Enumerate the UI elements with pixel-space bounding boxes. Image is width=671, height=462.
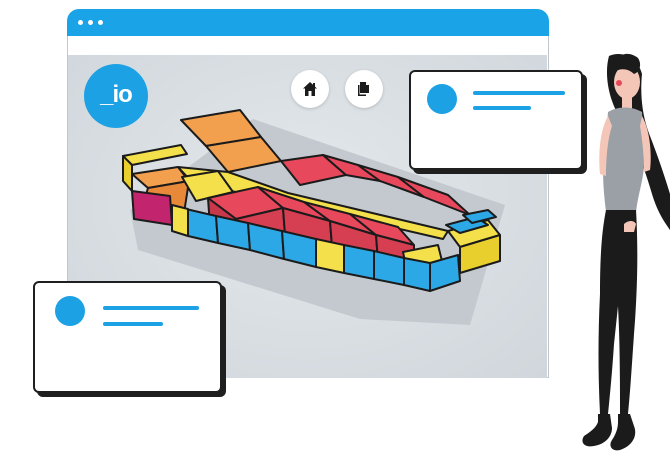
avatar	[55, 296, 85, 326]
person-illustration	[582, 53, 670, 451]
window-dot-icon[interactable]	[98, 20, 103, 25]
magenta-unit[interactable]	[131, 190, 173, 226]
yellow-unit[interactable]	[171, 204, 189, 237]
blue-unit[interactable]	[373, 250, 405, 286]
window-dot-icon[interactable]	[78, 20, 83, 25]
yellow-corridor[interactable]	[122, 144, 188, 166]
documents-button[interactable]	[345, 70, 383, 108]
text-line-placeholder	[103, 306, 199, 310]
home-button[interactable]	[291, 70, 329, 108]
documents-icon	[358, 82, 369, 96]
info-card-bottom[interactable]	[33, 281, 222, 393]
text-line-placeholder	[473, 106, 531, 110]
window-dot-icon[interactable]	[88, 20, 93, 25]
browser-title-bar	[67, 9, 549, 36]
brand-logo[interactable]: _io	[84, 64, 148, 128]
blue-unit[interactable]	[343, 244, 375, 280]
home-icon	[303, 82, 317, 96]
yellow-unit[interactable]	[315, 238, 345, 274]
info-card-top[interactable]	[409, 70, 583, 170]
avatar	[427, 84, 457, 114]
text-line-placeholder	[473, 91, 565, 95]
blue-unit[interactable]	[403, 257, 431, 292]
text-line-placeholder	[103, 322, 163, 326]
